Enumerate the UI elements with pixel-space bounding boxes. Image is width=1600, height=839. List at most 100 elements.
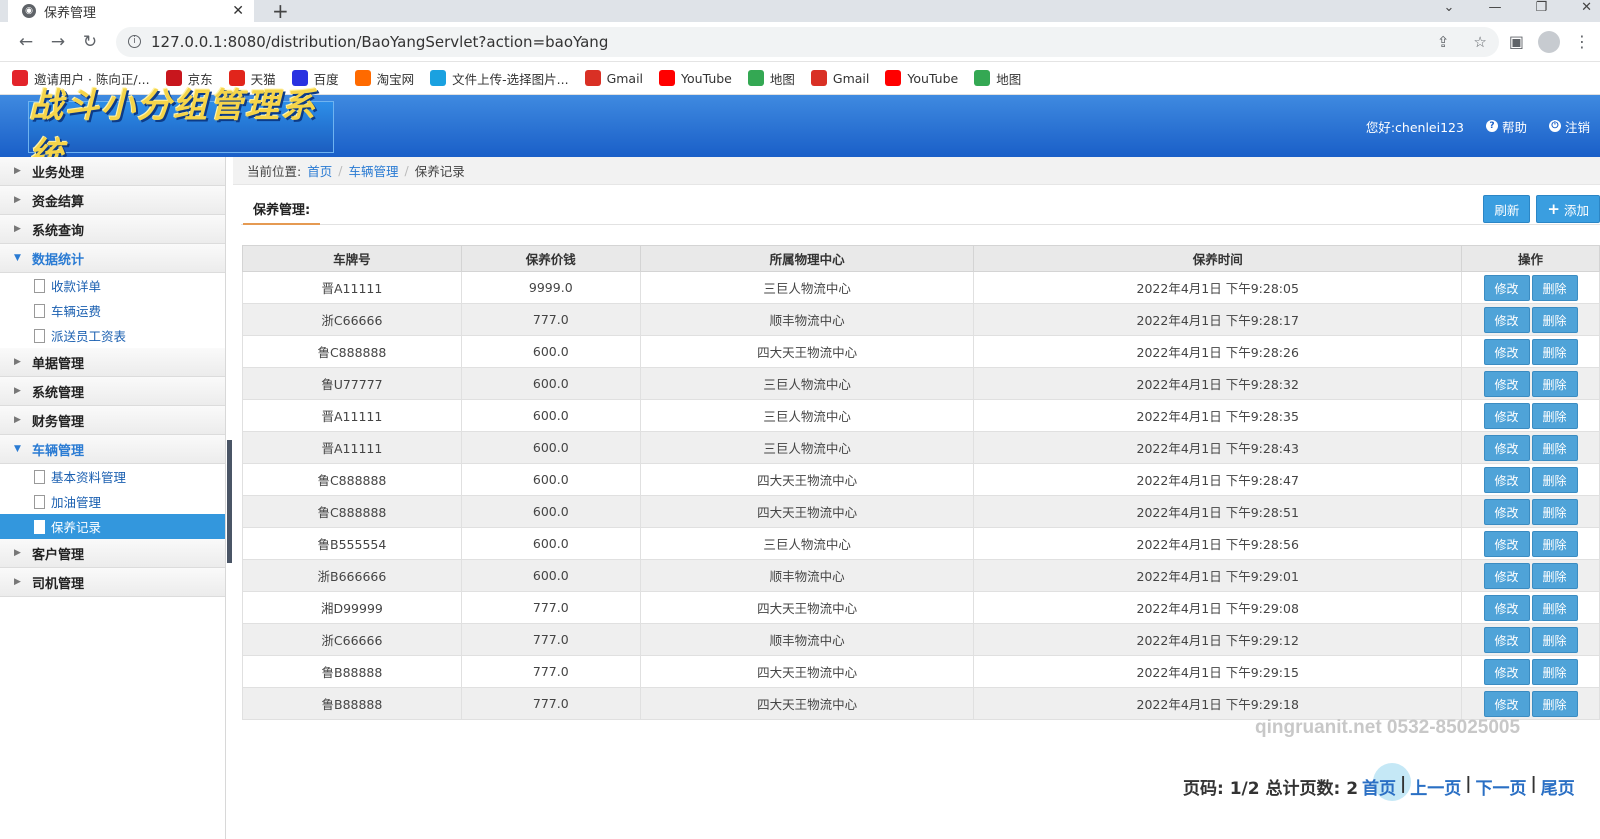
minimize-icon[interactable]: — — [1488, 0, 1501, 15]
bookmark-item[interactable]: 地图 — [974, 69, 1021, 88]
delete-button[interactable]: 删除 — [1531, 306, 1578, 333]
next-page-link[interactable]: 下一页 — [1475, 774, 1526, 799]
add-button[interactable]: + 添加 — [1536, 195, 1600, 223]
sidepanel-icon[interactable]: ▣ — [1509, 32, 1524, 51]
menu-icon[interactable]: ⋮ — [1574, 32, 1590, 51]
new-tab-icon[interactable]: + — [272, 0, 289, 23]
omnibox[interactable]: i 127.0.0.1:8080/distribution/BaoYangSer… — [116, 26, 1499, 57]
delete-button[interactable]: 删除 — [1531, 658, 1578, 685]
delete-button[interactable]: 删除 — [1531, 434, 1578, 461]
close-tab-icon[interactable]: ✕ — [232, 3, 244, 19]
bookmark-item[interactable]: YouTube — [659, 70, 732, 86]
edit-button[interactable]: 修改 — [1483, 626, 1530, 653]
center-cell: 四大天王物流中心 — [639, 655, 975, 688]
sidebar-item[interactable]: 基本资料管理 — [0, 464, 225, 489]
breadcrumb-section[interactable]: 车辆管理 — [348, 161, 398, 180]
delete-button[interactable]: 删除 — [1531, 594, 1578, 621]
sidebar-group[interactable]: ▼ 数据统计 — [0, 244, 225, 273]
bookmark-label: Gmail — [832, 70, 870, 86]
edit-button[interactable]: 修改 — [1483, 402, 1530, 429]
maximize-icon[interactable]: ❐ — [1535, 0, 1547, 15]
edit-button[interactable]: 修改 — [1483, 594, 1530, 621]
bookmark-item[interactable]: YouTube — [885, 70, 958, 86]
tab-search-icon[interactable]: ⌄ — [1444, 0, 1455, 15]
bookmark-item[interactable]: 文件上传-选择图片... — [430, 69, 569, 88]
sidebar-group[interactable]: ▶ 系统查询 — [0, 215, 225, 244]
price-cell: 777.0 — [460, 687, 641, 720]
breadcrumb-home[interactable]: 首页 — [307, 161, 332, 180]
youtube-icon — [659, 70, 676, 86]
delete-button[interactable]: 删除 — [1531, 338, 1578, 365]
back-icon[interactable]: ← — [10, 32, 42, 52]
sidebar-item[interactable]: 车辆运费 — [0, 298, 225, 323]
edit-button[interactable]: 修改 — [1483, 370, 1530, 397]
logout-link[interactable]: ⏻ 注销 — [1548, 117, 1590, 136]
reload-icon[interactable]: ↻ — [74, 32, 106, 52]
close-window-icon[interactable]: ✕ — [1581, 0, 1592, 15]
last-page-link[interactable]: 尾页 — [1541, 774, 1575, 799]
sidebar-group[interactable]: ▶ 司机管理 — [0, 568, 225, 597]
bookmark-item[interactable]: Gmail — [810, 70, 870, 86]
delete-button[interactable]: 删除 — [1531, 562, 1578, 589]
edit-button[interactable]: 修改 — [1483, 274, 1530, 301]
time-cell: 2022年4月1日 下午9:28:56 — [973, 527, 1463, 560]
delete-button[interactable]: 删除 — [1531, 370, 1578, 397]
plate-cell: 浙B666666 — [242, 559, 462, 592]
sidebar-item[interactable]: 收款详单 — [0, 273, 225, 298]
sidebar-item[interactable]: 保养记录 — [0, 514, 225, 539]
help-icon: ? — [1485, 120, 1498, 132]
delete-button[interactable]: 删除 — [1531, 402, 1578, 429]
caret-down-icon: ▼ — [14, 444, 21, 454]
forward-icon[interactable]: → — [42, 32, 74, 52]
delete-button[interactable]: 删除 — [1531, 690, 1578, 717]
edit-button[interactable]: 修改 — [1483, 530, 1530, 557]
delete-button[interactable]: 删除 — [1531, 498, 1578, 525]
sidebar-group[interactable]: ▶ 系统管理 — [0, 377, 225, 406]
url-text[interactable]: 127.0.0.1:8080/distribution/BaoYangServl… — [151, 33, 1413, 51]
edit-button[interactable]: 修改 — [1483, 562, 1530, 589]
help-link[interactable]: ? 帮助 — [1485, 117, 1527, 136]
edit-button[interactable]: 修改 — [1483, 690, 1530, 717]
info-icon[interactable]: i — [128, 35, 141, 48]
edit-button[interactable]: 修改 — [1483, 434, 1530, 461]
caret-right-icon: ▶ — [14, 195, 21, 205]
edit-button[interactable]: 修改 — [1483, 466, 1530, 493]
bookmark-item[interactable]: Gmail — [584, 70, 643, 86]
center-cell: 顺丰物流中心 — [639, 623, 975, 656]
star-icon[interactable]: ☆ — [1473, 33, 1486, 51]
sidebar-group[interactable]: ▶ 单据管理 — [0, 348, 225, 377]
sidebar-item[interactable]: 加油管理 — [0, 489, 225, 514]
share-icon[interactable]: ⇪ — [1437, 33, 1450, 51]
edit-button[interactable]: 修改 — [1483, 338, 1530, 365]
delete-button[interactable]: 删除 — [1531, 626, 1578, 653]
tab-title: 保养管理 — [44, 5, 97, 21]
prev-page-link[interactable]: 上一页 — [1410, 774, 1461, 799]
refresh-button[interactable]: 刷新 — [1483, 195, 1531, 223]
delete-button[interactable]: 删除 — [1531, 530, 1578, 557]
plate-cell: 鲁B88888 — [242, 687, 462, 720]
edit-button[interactable]: 修改 — [1483, 658, 1530, 685]
breadcrumb-current: 保养记录 — [414, 164, 465, 179]
bookmark-item[interactable]: 淘宝网 — [354, 69, 414, 88]
profile-avatar[interactable] — [1538, 30, 1560, 53]
plus-icon: + — [1547, 200, 1560, 218]
bookmark-item[interactable]: 地图 — [747, 69, 795, 88]
delete-button[interactable]: 删除 — [1531, 466, 1578, 493]
sidebar-group[interactable]: ▶ 客户管理 — [0, 539, 225, 568]
sidebar-group[interactable]: ▶ 资金结算 — [0, 186, 225, 215]
delete-button[interactable]: 删除 — [1531, 274, 1578, 301]
maintenance-table: 车牌号 保养价钱 所属物理中心 保养时间 操作 晋A11111 9999.0 三巨人物流中心… — [242, 245, 1600, 720]
sidebar-group[interactable]: ▶ 财务管理 — [0, 406, 225, 435]
edit-button[interactable]: 修改 — [1483, 498, 1530, 525]
first-page-link[interactable]: 首页 — [1362, 774, 1396, 799]
sidebar-item[interactable]: 派送员工资表 — [0, 323, 225, 348]
document-icon — [34, 519, 45, 534]
browser-tab[interactable]: ◉ 保养管理 ✕ — [8, 0, 254, 22]
browser-tabbar: ◉ 保养管理 ✕ + ⌄ — ❐ ✕ — [0, 0, 1600, 23]
sidebar-scrollbar[interactable] — [227, 440, 232, 563]
actions-cell: 修改 删除 — [1461, 687, 1600, 720]
sidebar-group[interactable]: ▼ 车辆管理 — [0, 435, 225, 464]
edit-button[interactable]: 修改 — [1483, 306, 1530, 333]
sidebar-group[interactable]: ▶ 业务处理 — [0, 157, 225, 186]
center-cell: 四大天王物流中心 — [639, 591, 975, 624]
